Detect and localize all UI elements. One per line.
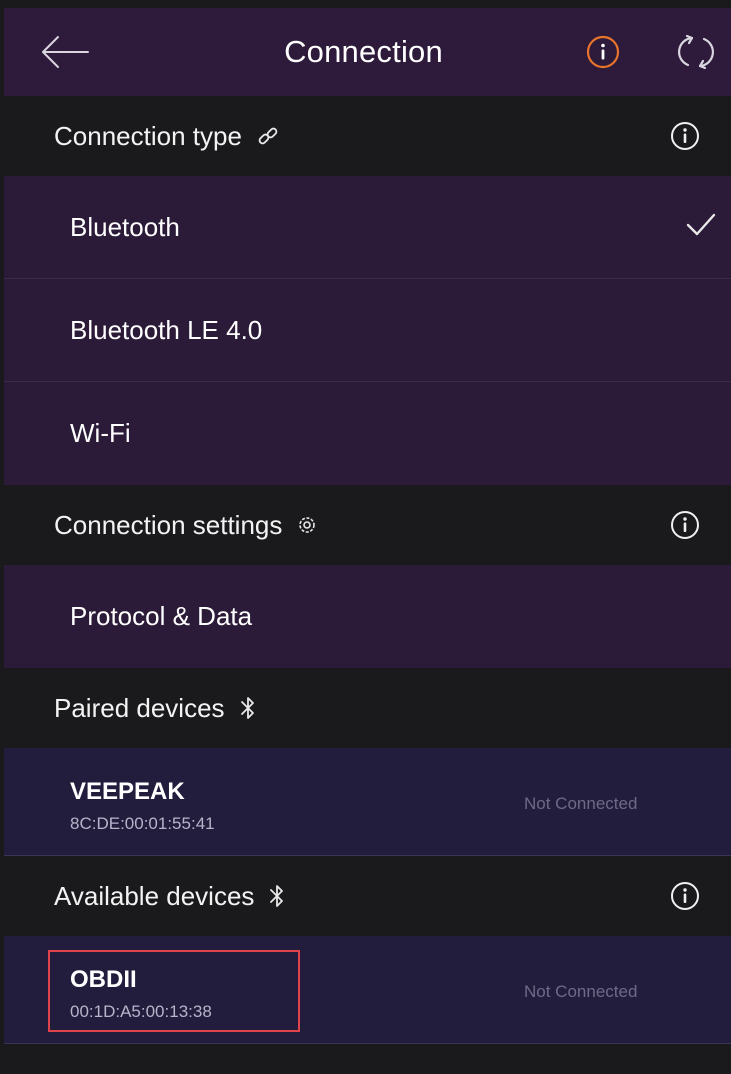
info-circle-icon bbox=[670, 510, 700, 540]
bluetooth-icon bbox=[268, 883, 286, 909]
device-status: Not Connected bbox=[524, 794, 638, 813]
refresh-button[interactable] bbox=[674, 32, 718, 72]
app-window: Connection Connection type Bluetooth Blu… bbox=[4, 8, 731, 1074]
protocol-data-label: Protocol & Data bbox=[70, 601, 253, 631]
option-wifi[interactable]: Wi-Fi bbox=[4, 382, 731, 485]
available-device-row[interactable]: OBDII 00:1D:A5:00:13:38 Not Connected bbox=[4, 936, 731, 1044]
paired-devices-label: Paired devices bbox=[54, 692, 225, 723]
connection-settings-info-button[interactable] bbox=[670, 510, 700, 540]
option-bluetooth-le[interactable]: Bluetooth LE 4.0 bbox=[4, 279, 731, 382]
top-bar: Connection bbox=[4, 8, 731, 96]
connection-settings-header: Connection settings bbox=[4, 485, 731, 565]
protocol-data-item[interactable]: Protocol & Data bbox=[4, 565, 731, 668]
checkmark-icon bbox=[684, 210, 718, 240]
device-mac-address: 00:1D:A5:00:13:38 bbox=[70, 1002, 212, 1021]
connection-type-label: Connection type bbox=[54, 120, 242, 151]
device-name: OBDII bbox=[70, 966, 137, 993]
device-name: VEEPEAK bbox=[70, 778, 185, 805]
paired-device-row[interactable]: VEEPEAK 8C:DE:00:01:55:41 Not Connected bbox=[4, 748, 731, 856]
device-status: Not Connected bbox=[524, 982, 638, 1001]
paired-devices-header: Paired devices bbox=[4, 668, 731, 748]
option-label: Bluetooth bbox=[70, 211, 180, 242]
connection-type-header: Connection type bbox=[4, 96, 731, 176]
bluetooth-icon bbox=[239, 695, 257, 721]
connection-settings-label: Connection settings bbox=[54, 509, 283, 540]
option-label: Wi-Fi bbox=[70, 418, 131, 448]
page-title: Connection bbox=[284, 34, 443, 69]
info-circle-icon bbox=[586, 35, 620, 69]
available-devices-header: Available devices bbox=[4, 856, 731, 936]
available-devices-info-button[interactable] bbox=[670, 881, 700, 911]
option-bluetooth[interactable]: Bluetooth bbox=[4, 176, 731, 279]
gear-icon bbox=[296, 514, 318, 536]
refresh-icon bbox=[674, 32, 718, 72]
connection-type-info-button[interactable] bbox=[670, 121, 700, 151]
option-label: Bluetooth LE 4.0 bbox=[70, 314, 263, 345]
info-circle-icon bbox=[670, 881, 700, 911]
info-button[interactable] bbox=[586, 35, 620, 69]
info-circle-icon bbox=[670, 121, 700, 151]
link-icon bbox=[256, 124, 280, 148]
available-devices-label: Available devices bbox=[54, 880, 255, 911]
device-mac-address: 8C:DE:00:01:55:41 bbox=[70, 814, 215, 833]
